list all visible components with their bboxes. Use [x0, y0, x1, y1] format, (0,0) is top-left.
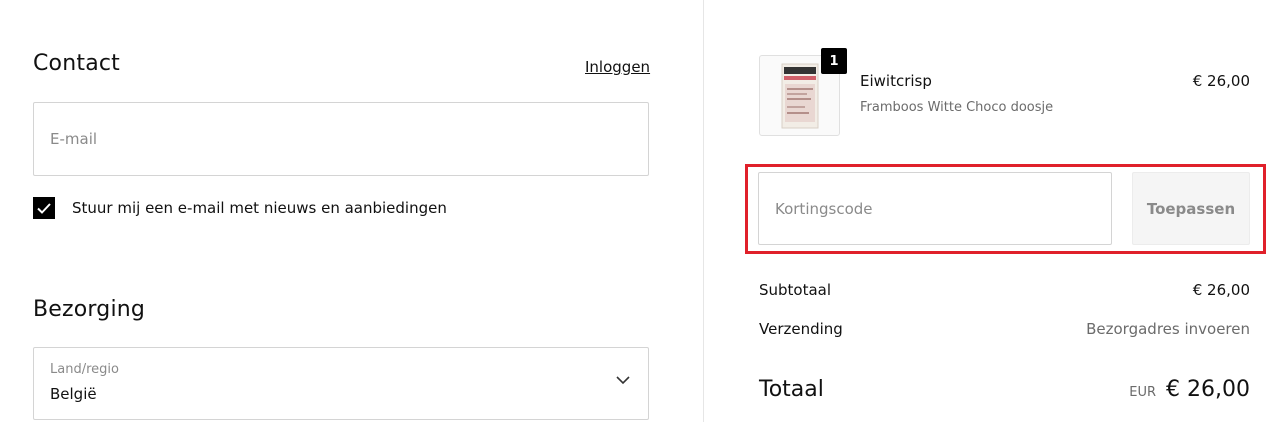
order-summary-panel: 1 Eiwitcrisp Framboos Witte Choco doosje… — [704, 0, 1287, 422]
country-select-label: Land/regio — [50, 362, 119, 377]
newsletter-checkbox[interactable] — [33, 197, 55, 219]
subtotal-label: Subtotaal — [759, 281, 832, 299]
email-input[interactable] — [34, 103, 648, 175]
total-amount: € 26,00 — [1166, 377, 1250, 402]
total-value: EUR € 26,00 — [1129, 377, 1250, 402]
delivery-title: Bezorging — [33, 297, 146, 322]
apply-discount-button[interactable]: Toepassen — [1132, 172, 1250, 245]
shipping-label: Verzending — [759, 320, 843, 338]
country-select-value: België — [50, 385, 97, 403]
product-variant: Framboos Witte Choco doosje — [860, 100, 1054, 115]
check-icon — [37, 202, 51, 214]
product-thumbnail-wrapper: 1 — [759, 48, 847, 136]
newsletter-option[interactable]: Stuur mij een e-mail met nieuws en aanbi… — [33, 197, 447, 219]
total-currency: EUR — [1129, 385, 1157, 400]
discount-code-input[interactable] — [759, 173, 1111, 244]
shipping-value: Bezorgadres invoeren — [1086, 320, 1250, 338]
contact-title: Contact — [33, 51, 120, 76]
chevron-down-icon — [616, 376, 630, 385]
product-price: € 26,00 — [1192, 72, 1250, 90]
login-link[interactable]: Inloggen — [585, 58, 650, 76]
product-name: Eiwitcrisp — [860, 72, 932, 90]
subtotal-value: € 26,00 — [1192, 281, 1250, 299]
discount-code-field[interactable] — [758, 172, 1112, 245]
newsletter-label: Stuur mij een e-mail met nieuws en aanbi… — [72, 199, 447, 217]
total-label: Totaal — [759, 377, 824, 402]
email-field[interactable] — [33, 102, 649, 176]
quantity-badge: 1 — [821, 48, 847, 74]
checkout-form-panel: Contact Inloggen Stuur mij een e-mail me… — [0, 0, 704, 422]
country-select[interactable]: Land/regio België — [33, 347, 649, 420]
